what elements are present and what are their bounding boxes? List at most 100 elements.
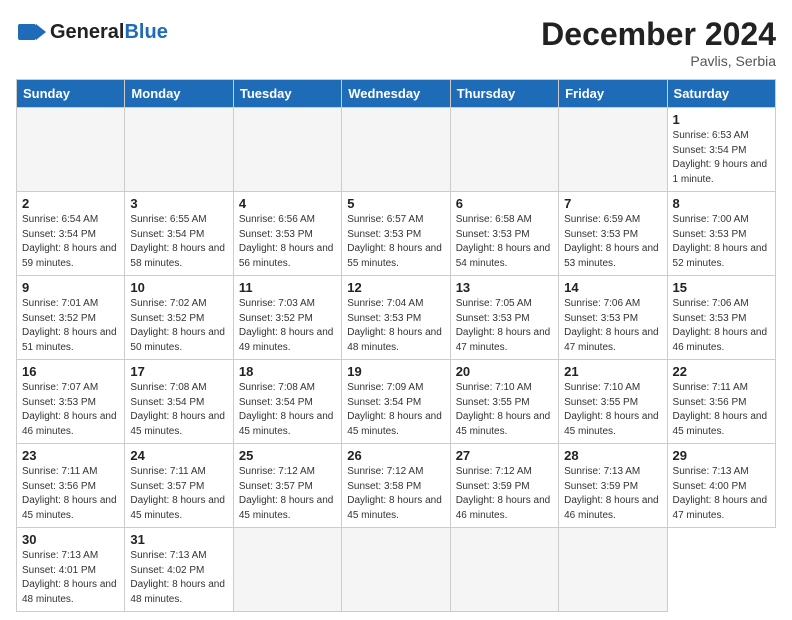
day-cell-22: 22 Sunrise: 7:11 AMSunset: 3:56 PMDayligh…: [667, 360, 775, 444]
day-number-24: 24: [130, 448, 227, 463]
day-cell-21: 21 Sunrise: 7:10 AMSunset: 3:55 PMDayligh…: [559, 360, 667, 444]
logo-blue: Blue: [124, 21, 167, 43]
logo: GeneralBlue: [16, 16, 168, 48]
day-number-29: 29: [673, 448, 770, 463]
empty-cell: [450, 108, 558, 192]
day-info-5: Sunrise: 6:57 AMSunset: 3:53 PMDaylight:…: [347, 213, 444, 271]
day-number-10: 10: [130, 280, 227, 295]
day-number-18: 18: [239, 364, 336, 379]
day-info-16: Sunrise: 7:07 AMSunset: 3:53 PMDaylight:…: [22, 381, 119, 439]
calendar-week-4: 23 Sunrise: 7:11 AMSunset: 3:56 PMDayligh…: [17, 444, 776, 528]
day-info-15: Sunrise: 7:06 AMSunset: 3:53 PMDaylight:…: [673, 297, 770, 355]
day-cell-25: 25Sunrise: 7:12 AMSunset: 3:57 PMDayligh…: [233, 444, 341, 528]
calendar-table: SundayMondayTuesdayWednesdayThursdayFrid…: [16, 79, 776, 612]
day-number-1: 1: [673, 112, 770, 127]
day-cell-5: 5 Sunrise: 6:57 AMSunset: 3:53 PMDaylight…: [342, 192, 450, 276]
day-number-20: 20: [456, 364, 553, 379]
day-cell-14: 14 Sunrise: 7:06 AMSunset: 3:53 PMDayligh…: [559, 276, 667, 360]
day-cell-31: 31 Sunrise: 7:13 AMSunset: 4:02 PMDayligh…: [125, 528, 233, 612]
day-info-23: Sunrise: 7:11 AMSunset: 3:56 PMDaylight:…: [22, 465, 119, 523]
calendar-week-1: 2Sunrise: 6:54 AMSunset: 3:54 PMDaylight…: [17, 192, 776, 276]
day-info-21: Sunrise: 7:10 AMSunset: 3:55 PMDaylight:…: [564, 381, 661, 439]
day-number-12: 12: [347, 280, 444, 295]
day-info-28: Sunrise: 7:13 AMSunset: 3:59 PMDaylight:…: [564, 465, 661, 523]
day-number-16: 16: [22, 364, 119, 379]
day-info-6: Sunrise: 6:58 AMSunset: 3:53 PMDaylight:…: [456, 213, 553, 271]
day-info-30: Sunrise: 7:13 AMSunset: 4:01 PMDaylight:…: [22, 549, 119, 607]
calendar-week-3: 16 Sunrise: 7:07 AMSunset: 3:53 PMDayligh…: [17, 360, 776, 444]
weekday-thursday: Thursday: [450, 80, 558, 108]
day-number-5: 5: [347, 196, 444, 211]
day-cell-16: 16 Sunrise: 7:07 AMSunset: 3:53 PMDayligh…: [17, 360, 125, 444]
day-cell-26: 26 Sunrise: 7:12 AMSunset: 3:58 PMDayligh…: [342, 444, 450, 528]
day-number-23: 23: [22, 448, 119, 463]
day-number-21: 21: [564, 364, 661, 379]
day-cell-18: 18 Sunrise: 7:08 AMSunset: 3:54 PMDayligh…: [233, 360, 341, 444]
weekday-saturday: Saturday: [667, 80, 775, 108]
calendar-week-2: 9Sunrise: 7:01 AMSunset: 3:52 PMDaylight…: [17, 276, 776, 360]
day-info-25: Sunrise: 7:12 AMSunset: 3:57 PMDaylight:…: [239, 465, 336, 523]
day-info-29: Sunrise: 7:13 AMSunset: 4:00 PMDaylight:…: [673, 465, 770, 523]
day-number-15: 15: [673, 280, 770, 295]
day-cell-24: 24Sunrise: 7:11 AMSunset: 3:57 PMDayligh…: [125, 444, 233, 528]
day-number-13: 13: [456, 280, 553, 295]
day-cell-3: 3Sunrise: 6:55 AMSunset: 3:54 PMDaylight…: [125, 192, 233, 276]
day-cell-7: 7Sunrise: 6:59 AMSunset: 3:53 PMDaylight…: [559, 192, 667, 276]
day-info-3: Sunrise: 6:55 AMSunset: 3:54 PMDaylight:…: [130, 213, 227, 271]
day-number-8: 8: [673, 196, 770, 211]
header: GeneralBlue December 2024 Pavlis, Serbia: [16, 16, 776, 69]
day-cell-23: 23 Sunrise: 7:11 AMSunset: 3:56 PMDayligh…: [17, 444, 125, 528]
weekday-monday: Monday: [125, 80, 233, 108]
day-cell-29: 29 Sunrise: 7:13 AMSunset: 4:00 PMDayligh…: [667, 444, 775, 528]
empty-cell: [559, 108, 667, 192]
day-number-7: 7: [564, 196, 661, 211]
weekday-header-row: SundayMondayTuesdayWednesdayThursdayFrid…: [17, 80, 776, 108]
day-info-10: Sunrise: 7:02 AMSunset: 3:52 PMDaylight:…: [130, 297, 227, 355]
day-cell-12: 12Sunrise: 7:04 AMSunset: 3:53 PMDayligh…: [342, 276, 450, 360]
day-info-26: Sunrise: 7:12 AMSunset: 3:58 PMDaylight:…: [347, 465, 444, 523]
empty-cell: [559, 528, 667, 612]
day-info-18: Sunrise: 7:08 AMSunset: 3:54 PMDaylight:…: [239, 381, 336, 439]
empty-cell: [342, 108, 450, 192]
day-number-30: 30: [22, 532, 119, 547]
day-cell-2: 2Sunrise: 6:54 AMSunset: 3:54 PMDaylight…: [17, 192, 125, 276]
day-info-20: Sunrise: 7:10 AMSunset: 3:55 PMDaylight:…: [456, 381, 553, 439]
day-number-26: 26: [347, 448, 444, 463]
location: Pavlis, Serbia: [541, 53, 776, 69]
day-cell-13: 13Sunrise: 7:05 AMSunset: 3:53 PMDayligh…: [450, 276, 558, 360]
empty-cell: [233, 528, 341, 612]
day-cell-28: 28 Sunrise: 7:13 AMSunset: 3:59 PMDayligh…: [559, 444, 667, 528]
day-number-17: 17: [130, 364, 227, 379]
day-cell-19: 19Sunrise: 7:09 AMSunset: 3:54 PMDayligh…: [342, 360, 450, 444]
day-info-31: Sunrise: 7:13 AMSunset: 4:02 PMDaylight:…: [130, 549, 227, 607]
day-cell-27: 27 Sunrise: 7:12 AMSunset: 3:59 PMDayligh…: [450, 444, 558, 528]
day-number-9: 9: [22, 280, 119, 295]
title-block: December 2024 Pavlis, Serbia: [541, 16, 776, 69]
day-number-31: 31: [130, 532, 227, 547]
page-container: GeneralBlue December 2024 Pavlis, Serbia…: [0, 0, 792, 620]
day-number-27: 27: [456, 448, 553, 463]
calendar-week-0: 1 Sunrise: 6:53 AMSunset: 3:54 PMDaylight…: [17, 108, 776, 192]
day-info-14: Sunrise: 7:06 AMSunset: 3:53 PMDaylight:…: [564, 297, 661, 355]
empty-cell: [233, 108, 341, 192]
day-number-28: 28: [564, 448, 661, 463]
day-cell-15: 15 Sunrise: 7:06 AMSunset: 3:53 PMDayligh…: [667, 276, 775, 360]
empty-cell: [342, 528, 450, 612]
day-info-27: Sunrise: 7:12 AMSunset: 3:59 PMDaylight:…: [456, 465, 553, 523]
weekday-tuesday: Tuesday: [233, 80, 341, 108]
day-info-2: Sunrise: 6:54 AMSunset: 3:54 PMDaylight:…: [22, 213, 119, 271]
day-cell-4: 4 Sunrise: 6:56 AMSunset: 3:53 PMDaylight…: [233, 192, 341, 276]
day-info-1: Sunrise: 6:53 AMSunset: 3:54 PMDaylight:…: [673, 129, 770, 187]
day-number-4: 4: [239, 196, 336, 211]
day-number-14: 14: [564, 280, 661, 295]
day-number-6: 6: [456, 196, 553, 211]
day-cell-11: 11Sunrise: 7:03 AMSunset: 3:52 PMDayligh…: [233, 276, 341, 360]
calendar-week-5: 30 Sunrise: 7:13 AMSunset: 4:01 PMDayligh…: [17, 528, 776, 612]
day-info-22: Sunrise: 7:11 AMSunset: 3:56 PMDaylight:…: [673, 381, 770, 439]
day-cell-6: 6 Sunrise: 6:58 AMSunset: 3:53 PMDaylight…: [450, 192, 558, 276]
weekday-wednesday: Wednesday: [342, 80, 450, 108]
day-cell-8: 8Sunrise: 7:00 AMSunset: 3:53 PMDaylight…: [667, 192, 775, 276]
day-info-4: Sunrise: 6:56 AMSunset: 3:53 PMDaylight:…: [239, 213, 336, 271]
day-number-22: 22: [673, 364, 770, 379]
weekday-friday: Friday: [559, 80, 667, 108]
